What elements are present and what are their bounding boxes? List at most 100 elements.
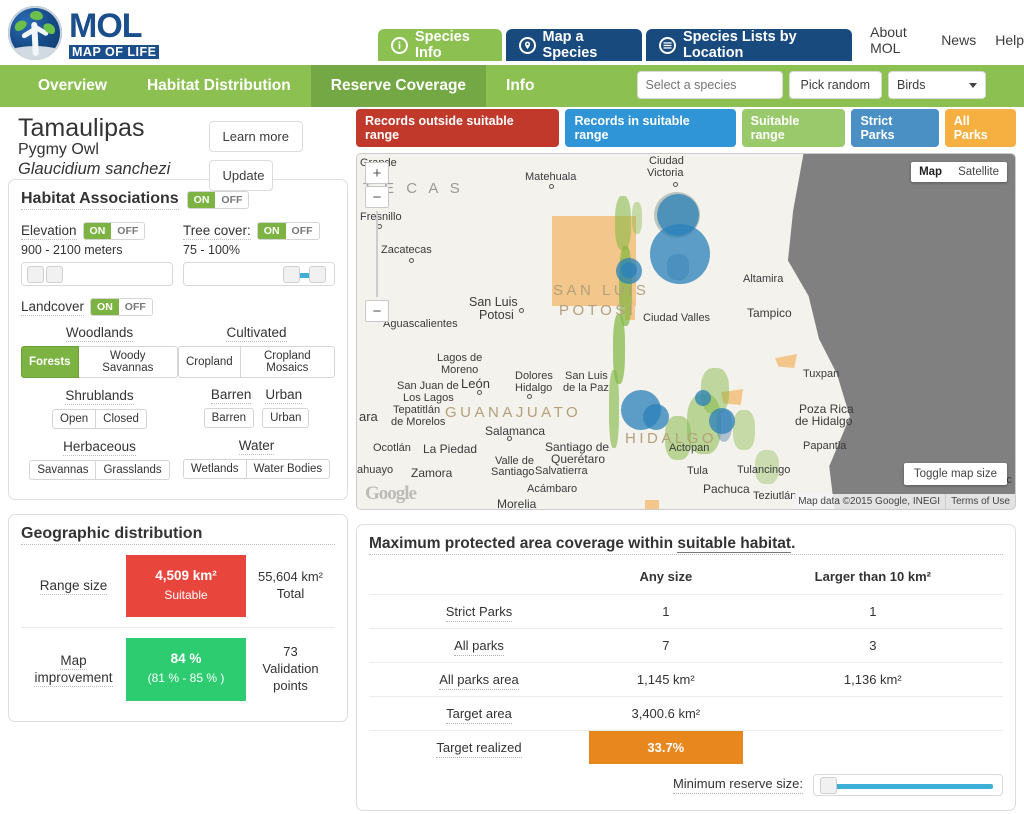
suitable-habitat-link[interactable]: suitable habitat [677,535,792,553]
map-city-label: Santiago [491,466,535,478]
legend-records-in-suitable-range[interactable]: Records in suitable range [565,109,736,147]
elevation-toggle-off[interactable]: OFF [111,223,145,239]
city-dot [673,182,678,187]
legend-records-outside-suitable-range[interactable]: Records outside suitable range [356,109,560,147]
elevation-toggle[interactable]: ON OFF [82,222,146,240]
landcover-btn-forests[interactable]: Forests [21,346,79,378]
link-help[interactable]: Help [995,32,1024,48]
learn-more-button[interactable]: Learn more [208,121,303,152]
species-search-input[interactable] [636,71,783,99]
habitat-master-toggle-off[interactable]: OFF [215,192,249,208]
table-row: Target realized 33.7% [369,730,1003,764]
terms-of-use-link[interactable]: Terms of Use [945,494,1015,509]
habitat-master-toggle[interactable]: ON OFF [186,191,250,209]
subnav-item-reserve-coverage[interactable]: Reserve Coverage [310,65,487,107]
map-attribution: Map data ©2015 Google, INEGI Terms of Us… [793,494,1015,509]
elevation-label: Elevation [21,222,77,240]
landcover-col-left: Woodlands Forests Woody Savannas Shrubla… [21,324,178,489]
subnav-item-info[interactable]: Info [486,65,554,107]
map-city-label: Hidalgo [515,382,553,394]
landcover-label-row: Landcover ON OFF [21,298,335,316]
habitat-associations-card: Habitat Associations ON OFF Elevation ON… [8,179,348,500]
nav-tab-map-a-species[interactable]: Map a Species [505,29,642,61]
top-bar: MOL MAP OF LIFE Species Info Map a Speci… [0,0,1024,65]
row-label-all-parks[interactable]: All parks [454,638,504,656]
nav-tab-species-lists[interactable]: Species Lists by Location [646,29,853,61]
map-city-label: Querétaro [551,452,606,466]
map-city-label: ara [359,409,378,424]
landcover-group-shrublands: Shrublands Open Closed [21,387,178,429]
city-dot [507,436,512,441]
toggle-map-size-button[interactable]: Toggle map size [903,463,1007,485]
subnav-item-habitat-distribution[interactable]: Habitat Distribution [127,65,311,107]
suitable-range-patch [609,370,619,448]
tree-cover-slider[interactable] [183,262,335,286]
species-map[interactable]: SAN LUIS POTOSÍ GUANAJUATO HIDALGO T E C… [356,153,1016,510]
record-circle-inside [621,262,637,278]
zoom-out-button[interactable]: − [365,300,389,322]
table-row: Target area 3,400.6 km² [369,696,1003,731]
map-city-label: Altamira [743,273,784,285]
elevation-slider-handle-low[interactable] [26,266,44,283]
pick-random-button[interactable]: Pick random [788,71,882,99]
city-dot [519,308,524,313]
map-city-label: Ciudad [649,155,684,167]
landcover-btn-grasslands[interactable]: Grasslands [96,460,170,480]
legend-suitable-range[interactable]: Suitable range [741,109,846,147]
landcover-btn-closed[interactable]: Closed [96,409,147,429]
habitat-master-toggle-on[interactable]: ON [187,192,216,208]
zoom-slider-top-button[interactable]: − [365,186,389,208]
row-label-target-area[interactable]: Target area [446,706,512,724]
landcover-btn-water-bodies[interactable]: Water Bodies [246,459,331,479]
minimum-reserve-size-row: Minimum reserve size: [369,764,1003,800]
link-about-mol[interactable]: About MOL [870,24,922,56]
landcover-btn-wetlands[interactable]: Wetlands [182,459,247,479]
update-button[interactable]: Update [208,160,273,191]
landcover-btn-woody-savannas[interactable]: Woody Savannas [78,346,178,378]
tree-cover-slider-handle-high[interactable] [308,266,326,283]
landcover-btn-cropland-mosaics[interactable]: Cropland Mosaics [240,346,335,378]
elevation-toggle-on[interactable]: ON [83,223,112,239]
reserve-table-title: Maximum protected area coverage within s… [369,535,1003,555]
geo-box-sub: Suitable [164,587,208,602]
row-label-target-realized[interactable]: Target realized [436,740,522,758]
nav-tab-species-info[interactable]: Species Info [378,29,502,61]
landcover-btn-savannas[interactable]: Savannas [29,460,97,480]
group-title: Shrublands [65,388,134,405]
tree-cover-toggle[interactable]: ON OFF [256,222,320,240]
landcover-btn-cropland[interactable]: Cropland [178,346,241,378]
mol-logo[interactable]: MOL MAP OF LIFE [8,6,160,60]
tree-cover-toggle-off[interactable]: OFF [285,223,319,239]
tree-cover-toggle-on[interactable]: ON [257,223,286,239]
landcover-btn-urban[interactable]: Urban [262,408,310,428]
map-type-satellite-button[interactable]: Satellite [950,162,1007,182]
link-news[interactable]: News [941,32,976,48]
legend-all-parks[interactable]: All Parks [944,109,1016,147]
cell-strict-parks-any: 1 [589,594,743,629]
landcover-toggle-off[interactable]: OFF [118,299,152,315]
landcover-btn-open[interactable]: Open [52,409,97,429]
map-legend: Records outside suitable range Records i… [356,107,1016,153]
elevation-slider[interactable] [21,262,173,286]
map-type-map-button[interactable]: Map [911,162,951,182]
minimum-reserve-slider-handle[interactable] [819,777,837,794]
elevation-slider-handle-high[interactable] [46,266,63,283]
landcover-label: Landcover [21,298,85,316]
landcover-toggle-on[interactable]: ON [91,299,119,315]
landcover-toggle[interactable]: ON OFF [90,298,153,316]
minimum-reserve-slider-track [834,784,993,789]
zoom-in-button[interactable]: + [365,162,389,184]
group-title: Cultivated [226,325,287,342]
tree-globe-logo-icon [8,6,62,60]
record-circle-inside [695,390,711,406]
row-label-strict-parks[interactable]: Strict Parks [445,604,513,622]
tree-cover-slider-handle-low[interactable] [283,266,300,283]
row-label-all-parks-area[interactable]: All parks area [439,672,519,690]
subnav-item-overview[interactable]: Overview [18,65,127,107]
zoom-slider-track[interactable] [376,211,378,297]
legend-strict-parks[interactable]: Strict Parks [851,109,939,147]
elevation-treecover-row: Elevation ON OFF 900 - 2100 meters Tree … [21,222,335,286]
landcover-btn-barren[interactable]: Barren [203,408,255,428]
minimum-reserve-size-slider[interactable] [813,774,1003,796]
taxon-group-select[interactable]: Birds [888,71,986,99]
